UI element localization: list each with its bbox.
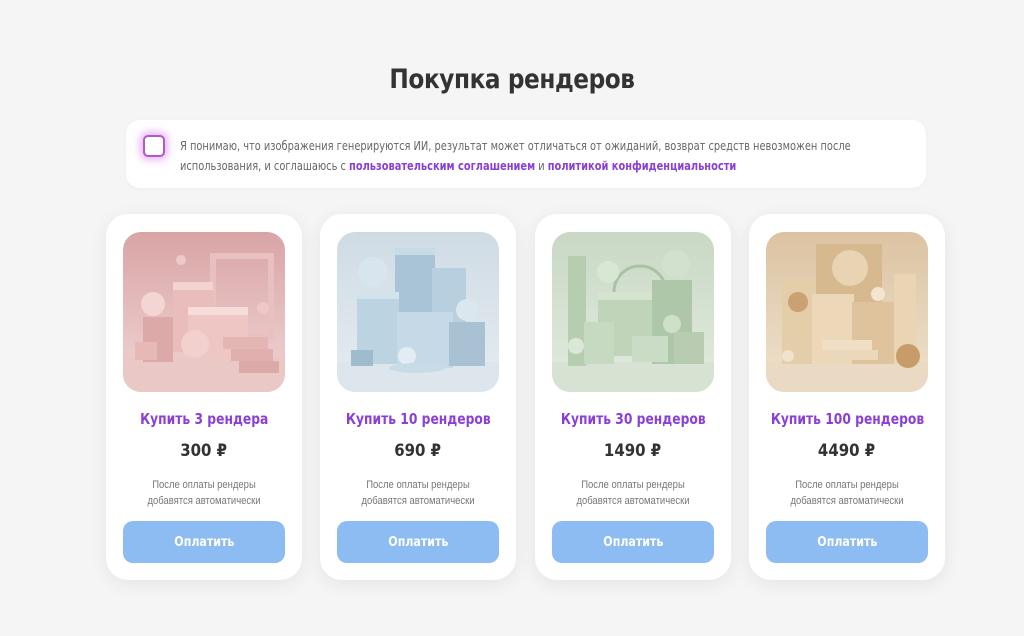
product-image: [552, 232, 714, 392]
product-card-100: Купить 100 рендеров 4490 ₽ После оплаты …: [749, 214, 945, 580]
pay-button[interactable]: Оплатить: [766, 521, 928, 563]
product-title: Купить 100 рендеров: [770, 410, 924, 428]
product-price: 4490 ₽: [818, 441, 876, 461]
product-price: 690 ₽: [394, 441, 442, 461]
product-card-30: Купить 30 рендеров 1490 ₽ После оплаты р…: [535, 214, 731, 580]
user-agreement-link[interactable]: пользовательским соглашением: [349, 159, 535, 173]
pay-button[interactable]: Оплатить: [337, 521, 499, 563]
consent-text-and: и: [535, 159, 548, 173]
product-note: После оплаты рендеры добавятся автоматич…: [147, 479, 261, 507]
pay-button[interactable]: Оплатить: [123, 521, 285, 563]
product-image: [123, 232, 285, 392]
product-title: Купить 3 рендера: [139, 410, 269, 428]
consent-checkbox[interactable]: [143, 135, 165, 157]
product-note: После оплаты рендеры добавятся автоматич…: [361, 479, 475, 507]
product-title: Купить 30 рендеров: [560, 410, 706, 428]
product-image: [766, 232, 928, 392]
product-note: После оплаты рендеры добавятся автоматич…: [790, 479, 904, 507]
product-card-10: Купить 10 рендеров 690 ₽ После оплаты ре…: [320, 214, 516, 580]
privacy-policy-link[interactable]: политикой конфиденциальности: [548, 159, 737, 173]
product-image: [337, 232, 499, 392]
product-price: 1490 ₽: [604, 441, 662, 461]
consent-panel: Я понимаю, что изображения генерируются …: [126, 120, 926, 188]
product-note: После оплаты рендеры добавятся автоматич…: [576, 479, 690, 507]
product-title: Купить 10 рендеров: [345, 410, 491, 428]
product-price: 300 ₽: [180, 441, 228, 461]
page-title: Покупка рендеров: [389, 64, 635, 95]
product-card-3: Купить 3 рендера 300 ₽ После оплаты ренд…: [106, 214, 302, 580]
pay-button[interactable]: Оплатить: [552, 521, 714, 563]
consent-text: Я понимаю, что изображения генерируются …: [180, 136, 910, 176]
